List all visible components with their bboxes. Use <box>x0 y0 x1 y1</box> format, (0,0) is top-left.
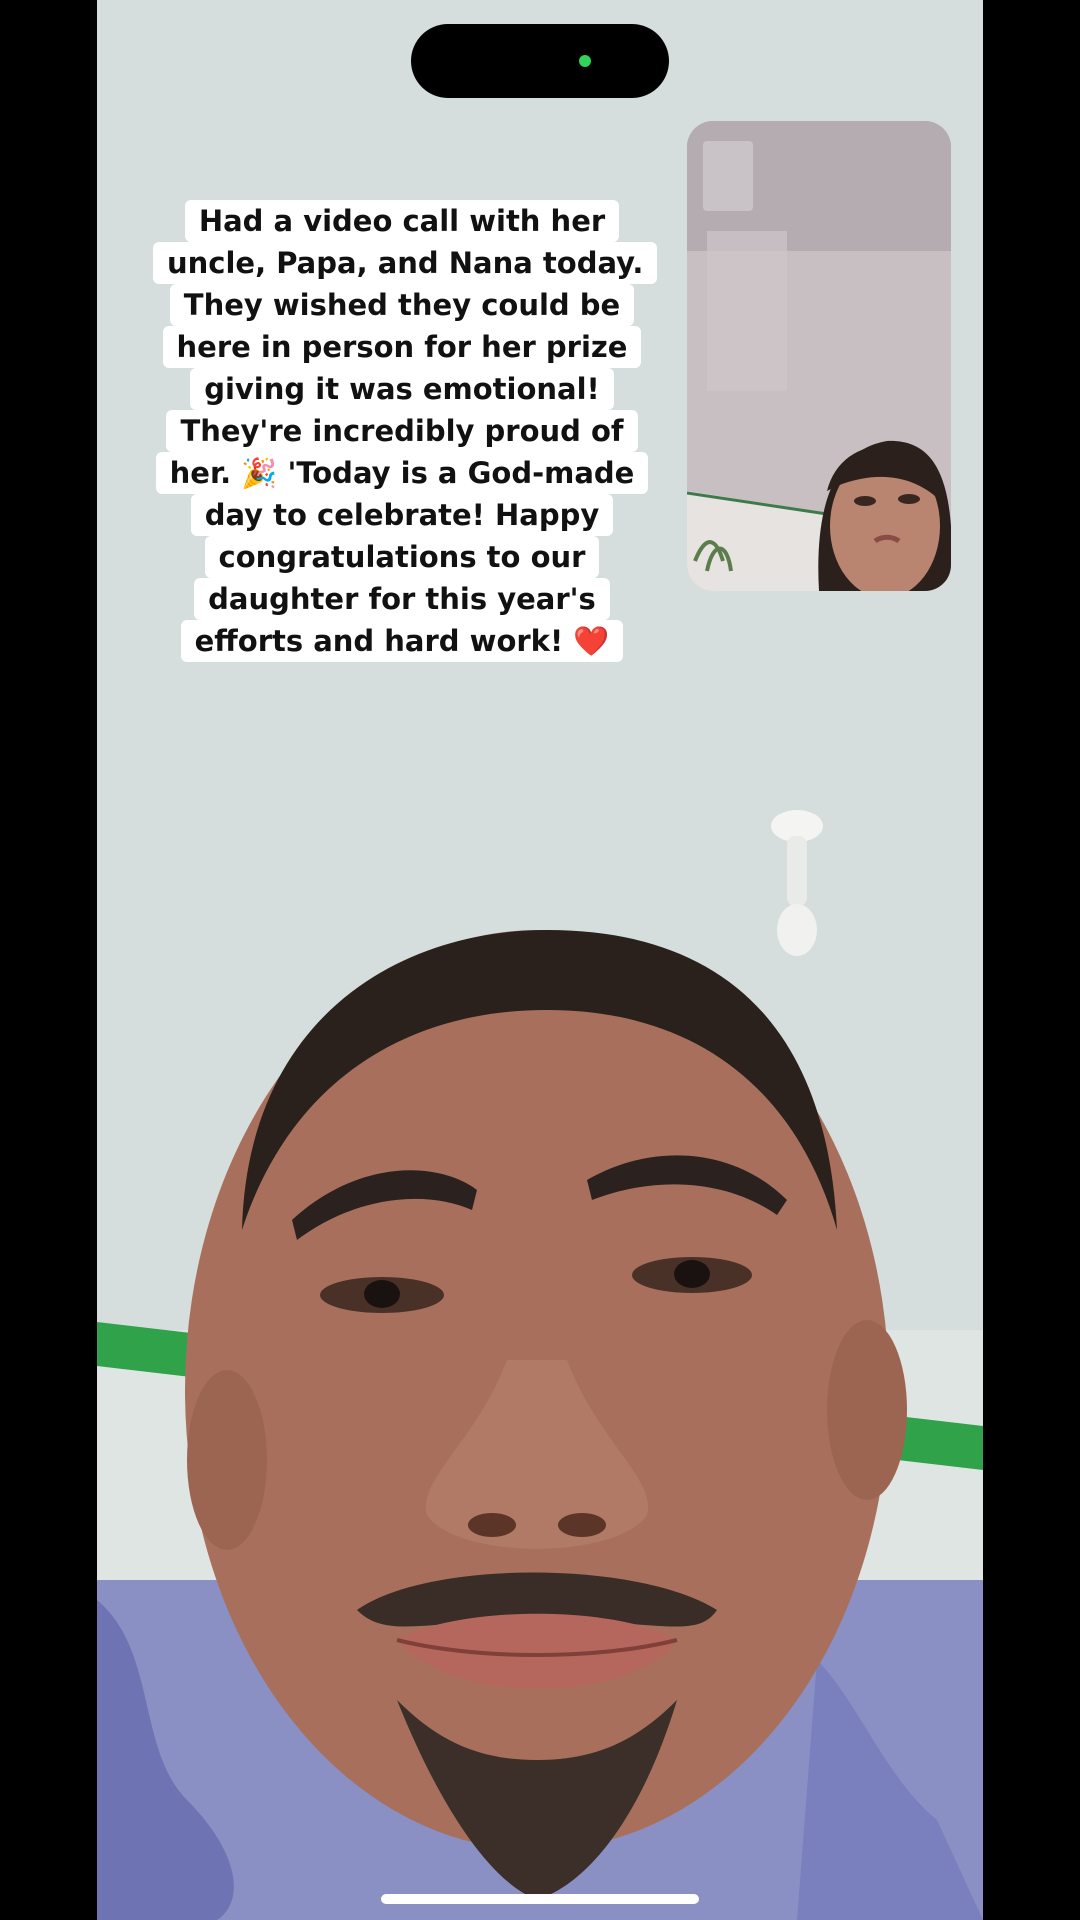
caption-line: here in person for her prize <box>162 326 642 368</box>
caption-line: efforts and hard work! ❤️ <box>180 620 624 662</box>
self-view-video[interactable] <box>687 121 951 591</box>
caption-line: They wished they could be <box>169 284 635 326</box>
phone-frame: Had a video call with her uncle, Papa, a… <box>0 0 1080 1920</box>
caption-line: Had a video call with her <box>184 200 620 242</box>
caption-line: congratulations to our <box>204 536 600 578</box>
camera-active-indicator-icon <box>579 55 591 67</box>
caption-line: day to celebrate! Happy <box>190 494 614 536</box>
dynamic-island <box>411 24 669 98</box>
caption-line: daughter for this year's <box>194 578 610 620</box>
caption-line: her. 🎉 'Today is a God-made <box>155 452 649 494</box>
home-indicator[interactable] <box>381 1894 699 1904</box>
caption-line: uncle, Papa, and Nana today. <box>153 242 658 284</box>
caption-line: giving it was emotional! <box>190 368 614 410</box>
caption-overlay: Had a video call with her uncle, Papa, a… <box>153 200 658 662</box>
video-call-screen: Had a video call with her uncle, Papa, a… <box>97 0 983 1920</box>
caption-line: They're incredibly proud of <box>166 410 638 452</box>
